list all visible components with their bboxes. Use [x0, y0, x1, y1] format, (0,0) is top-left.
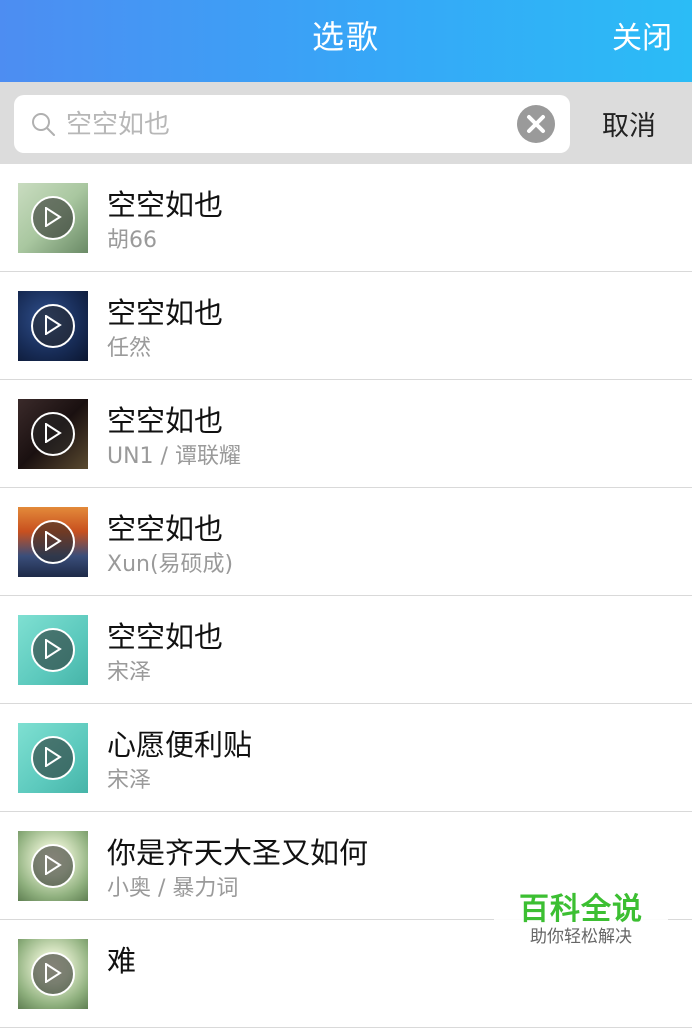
- play-icon[interactable]: [31, 304, 75, 348]
- search-input[interactable]: [64, 103, 508, 147]
- song-artist: 宋泽: [107, 768, 152, 793]
- song-title: 你是齐天大圣又如何: [107, 836, 369, 870]
- album-cover: [18, 615, 88, 685]
- song-title: 心愿便利贴: [107, 728, 253, 762]
- song-title: 空空如也: [107, 296, 224, 330]
- play-icon[interactable]: [31, 628, 75, 672]
- watermark: 百科全说 助你轻松解决: [494, 880, 668, 950]
- song-artist: 宋泽: [107, 660, 152, 685]
- play-icon[interactable]: [31, 736, 75, 780]
- search-icon: [32, 113, 55, 136]
- play-icon[interactable]: [31, 844, 75, 888]
- cancel-button[interactable]: 取消: [596, 82, 662, 164]
- album-cover: [18, 831, 88, 901]
- play-icon[interactable]: [31, 412, 75, 456]
- search-box[interactable]: [14, 95, 570, 153]
- song-artist: 胡66: [107, 228, 157, 253]
- close-button[interactable]: 关闭: [612, 0, 672, 70]
- top-bar: 选歌 关闭: [0, 0, 692, 82]
- song-row[interactable]: 空空如也 Xun(易硕成): [0, 488, 692, 596]
- song-title: 空空如也: [107, 404, 224, 438]
- album-cover: [18, 183, 88, 253]
- search-bar: 取消: [0, 82, 692, 164]
- song-row[interactable]: 空空如也 胡66: [0, 164, 692, 272]
- song-title: 空空如也: [107, 620, 224, 654]
- album-cover: [18, 723, 88, 793]
- album-cover: [18, 939, 88, 1009]
- song-title: 空空如也: [107, 188, 224, 222]
- clear-icon[interactable]: [517, 105, 555, 143]
- play-icon[interactable]: [31, 520, 75, 564]
- album-cover: [18, 399, 88, 469]
- page-title: 选歌: [311, 18, 380, 56]
- play-icon[interactable]: [31, 952, 75, 996]
- play-icon[interactable]: [31, 196, 75, 240]
- song-row[interactable]: 空空如也 UN1 / 谭联耀: [0, 380, 692, 488]
- song-artist: Xun(易硕成): [107, 552, 234, 577]
- watermark-subtitle: 助你轻松解决: [530, 927, 632, 947]
- song-row[interactable]: 空空如也 任然: [0, 272, 692, 380]
- song-title: 难: [107, 944, 137, 978]
- song-row[interactable]: 空空如也 宋泽: [0, 596, 692, 704]
- album-cover: [18, 507, 88, 577]
- song-row[interactable]: 心愿便利贴 宋泽: [0, 704, 692, 812]
- album-cover: [18, 291, 88, 361]
- song-title: 空空如也: [107, 512, 224, 546]
- song-artist: 任然: [107, 336, 152, 361]
- song-artist: UN1 / 谭联耀: [107, 444, 241, 469]
- song-artist: 小奥 / 暴力词: [107, 876, 239, 901]
